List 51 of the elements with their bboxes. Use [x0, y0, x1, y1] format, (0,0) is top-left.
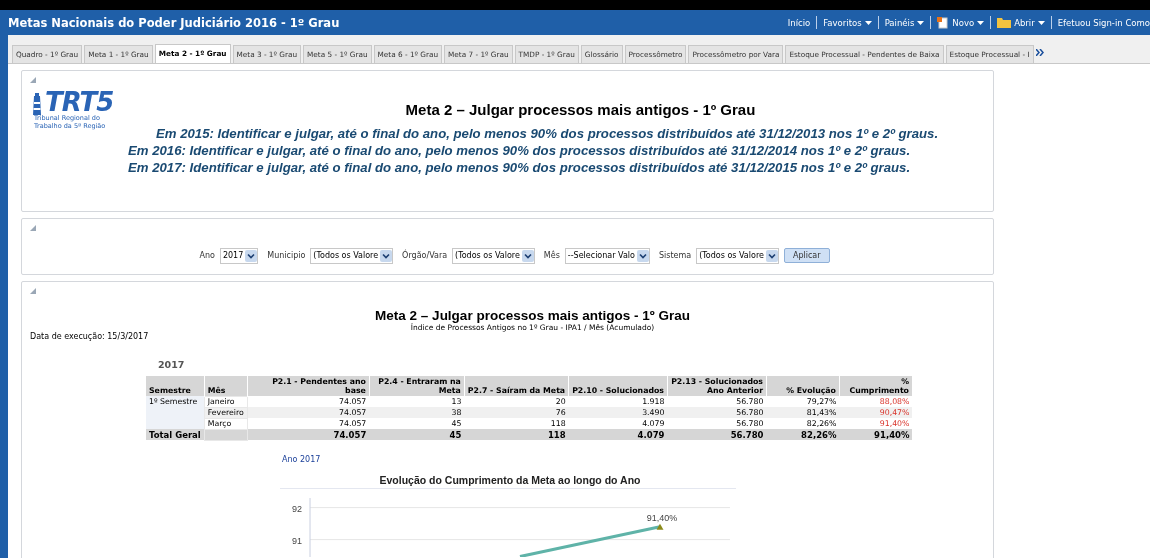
point-marker: [656, 523, 664, 530]
apply-button[interactable]: Aplicar: [783, 248, 830, 263]
collapse-icon[interactable]: [30, 77, 36, 83]
filter-dropdown[interactable]: --Selecionar Valo: [564, 247, 650, 264]
header-link[interactable]: Abrir: [997, 17, 1045, 28]
logo-mark: TRT5: [45, 89, 114, 115]
collapse-icon[interactable]: [30, 288, 36, 294]
more-tabs-icon[interactable]: [1035, 49, 1044, 56]
caret-icon: [977, 20, 985, 25]
header-link[interactable]: Painéis: [884, 17, 925, 28]
app-title: Metas Nacionais do Poder Judiciário 2016 - 1º Grau: [8, 15, 340, 30]
filter-dropdown[interactable]: (Todos os Valore: [696, 247, 779, 264]
report-title: Meta 2 – Julgar processos mais antigos - 1º Grau: [375, 308, 690, 323]
goal-text: Em 2015: Identificar e julgar, até o final do ano, pelo menos 90% dos processos distribuídos até 31/12/2013 nos 1º e 2º graus.: [156, 125, 939, 142]
caret-icon: [864, 20, 872, 25]
table-cell: 4.079: [568, 429, 668, 440]
lighthouse-icon: [30, 91, 44, 115]
filter-dropdown[interactable]: (Todos os Valore: [452, 247, 535, 264]
table-cell: 74.057: [247, 429, 370, 440]
caret-icon: [1037, 20, 1045, 25]
filter-dropdown[interactable]: (Todos os Valore: [310, 247, 394, 264]
table-cell: 56.780: [667, 429, 767, 440]
folder-icon: [997, 17, 1012, 28]
table-year: 2017: [158, 359, 186, 370]
run-date: Data de execução: 15/3/2017: [30, 332, 149, 341]
header-link[interactable]: Início: [787, 17, 811, 28]
header-link[interactable]: Novo: [937, 16, 985, 29]
chart-title: Evolução do Cumprimento da Meta ao longo do Ano: [378, 473, 642, 486]
y-tick-label: 92: [292, 503, 303, 514]
filter-label: Órgão/Vara: [402, 251, 448, 260]
y-tick-label: 91: [292, 535, 303, 546]
document-icon: [937, 16, 950, 29]
panel-title: Meta 2 – Julgar processos mais antigos - 1º Grau: [405, 101, 756, 118]
year-link[interactable]: Ano 2017: [282, 454, 321, 464]
table-cell: Total Geral: [146, 429, 205, 440]
caret-icon: [917, 20, 925, 25]
filter-label: Sistema: [658, 251, 692, 260]
goal-text: Em 2017: Identificar e julgar, até o final do ano, pelo menos 90% dos processos distribuídos até 31/12/2015 nos 1º e 2º graus.: [128, 159, 911, 176]
goal-text: Em 2016: Identificar e julgar, até o final do ano, pelo menos 90% dos processos distribuídos até 31/12/2014 nos 1º e 2º graus.: [128, 142, 911, 159]
filter-label: Mês: [543, 251, 560, 260]
table-cell: 91,40%: [839, 429, 913, 440]
filter-dropdown[interactable]: 2017: [219, 247, 259, 264]
data-label: 91,40%: [646, 512, 678, 523]
filter-label: Municipio: [267, 251, 306, 260]
table-cell: 82,26%: [766, 429, 840, 440]
header-link[interactable]: Efetuou Sign-in Como: [1057, 17, 1150, 28]
collapse-icon[interactable]: [30, 225, 36, 231]
header-link[interactable]: Favoritos: [823, 17, 872, 28]
table-cell: 118: [464, 429, 569, 440]
filter-label: Ano: [199, 251, 215, 260]
table-cell: 45: [369, 429, 465, 440]
